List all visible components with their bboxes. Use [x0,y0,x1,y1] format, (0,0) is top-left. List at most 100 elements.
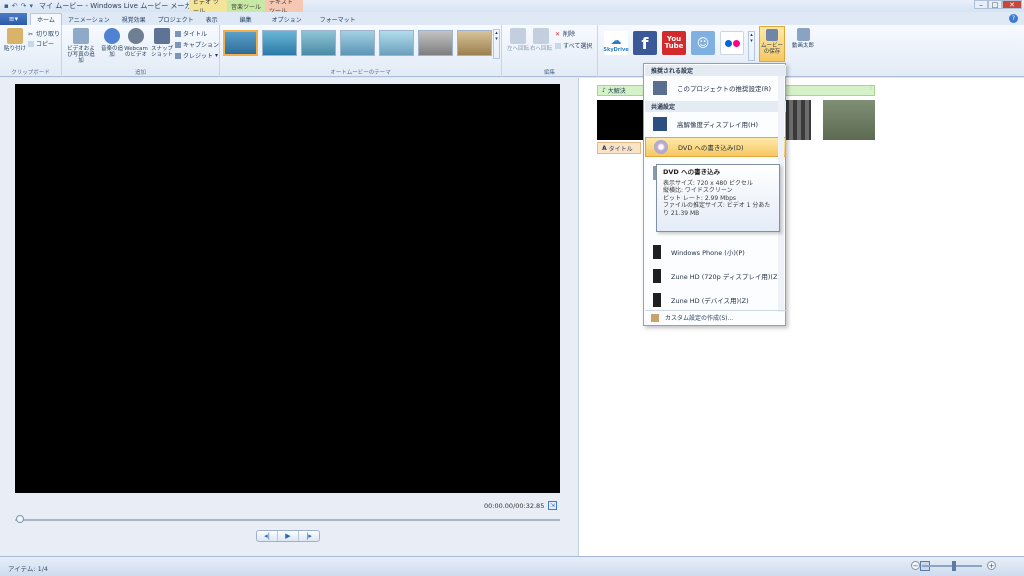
qat-dropdown-icon[interactable]: ▾ [30,2,34,10]
playback-time: 00:00.00/00:32.85 [484,502,545,510]
menu-item-dvd[interactable]: DVD への書き込み(D) [645,137,786,157]
theme-black-white[interactable] [418,30,453,56]
tooltip-line-aspect: 縦横比: ワイドスクリーン [663,187,733,194]
clip-thumbnail-1[interactable] [597,100,649,140]
undo-icon[interactable]: ↶ [12,2,18,10]
share-gallery-scroll[interactable]: ▴ ▾ [748,31,755,61]
flickr-icon [724,39,740,47]
caption-icon [175,41,181,48]
user-icon [796,28,810,41]
window-controls: – □ ✕ [974,0,1022,9]
clip-thumbnail-3[interactable] [823,100,875,140]
video-preview[interactable] [15,84,560,493]
zune-device-icon [653,293,661,307]
context-tab-text-tools: テキスト ツール [265,0,304,15]
tab-animations[interactable]: アニメーション [62,13,116,25]
dvd-icon [654,140,668,154]
menu-item-recommended[interactable]: このプロジェクトの推奨設定(R) [645,78,786,98]
skydrive-button[interactable]: ☁ SkyDrive [603,31,629,55]
tab-format[interactable]: フォーマット [314,13,362,25]
credits-button[interactable]: クレジット ▾ [175,51,218,60]
menu-item-windows-phone-small[interactable]: Windows Phone (小)(P) [645,242,786,262]
tab-view[interactable]: 表示 [200,13,224,25]
theme-fade[interactable] [340,30,375,56]
playback-controls: ◂| ▶ |▸ [256,530,320,542]
menu-section-recommended: 推奨される設定 [645,65,786,76]
theme-default[interactable] [223,30,258,56]
redo-icon[interactable]: ↷ [21,2,27,10]
zoom-slider-handle[interactable] [952,561,956,571]
minimize-icon[interactable]: – [974,0,988,9]
seek-bar[interactable] [15,519,560,521]
snapshot-button[interactable]: スナップショット [150,28,174,58]
music-note-icon: ♪ [602,87,606,94]
webcam-button[interactable]: Webcam のビデオ [124,28,148,58]
menu-item-zune-hd-device[interactable]: Zune HD (デバイス用)(Z) [645,290,786,310]
group-clipboard: 貼り付け ✂ 切り取り コピー クリップボード [0,25,62,77]
delete-button[interactable]: ✕ 削除 [555,29,575,39]
theme-cinematic[interactable] [301,30,336,56]
tooltip-line-display-size: 表示サイズ: 720 x 480 ピクセル [663,179,753,187]
play-icon[interactable]: ▶ [278,531,299,541]
copy-icon [28,40,34,47]
clipboard-icon [7,28,23,44]
theme-contemporary[interactable] [262,30,297,56]
add-music-button[interactable]: 音楽の追加 [100,28,124,58]
menu-item-hd-display[interactable]: 高解像度ディスプレイ用(H) [645,114,786,134]
track-options-icon[interactable]: ⋮ [868,84,874,91]
youtube-button[interactable]: You Tube [662,31,686,55]
copy-button[interactable]: コピー [28,39,54,48]
quick-access-toolbar: ▪ ↶ ↷ ▾ [0,2,33,10]
tab-options[interactable]: オプション [266,13,308,25]
zoom-out-icon[interactable]: − [911,561,920,570]
menu-item-zune-hd-720p[interactable]: Zune HD (720p ディスプレイ用)(Z) [645,266,786,286]
application-menu-button[interactable]: ≡▾ [0,13,27,25]
theme-gallery-scroll[interactable]: ▴ ▾ [493,29,500,59]
next-frame-icon[interactable]: |▸ [299,531,319,541]
tab-home[interactable]: ホーム [30,13,62,25]
tab-project[interactable]: プロジェクト [152,13,200,25]
sign-in-button[interactable]: 動画太郎 [792,28,814,49]
rotate-right-button[interactable]: 右へ回転 [529,28,553,52]
facebook-icon: f [641,33,649,53]
flickr-button[interactable] [720,31,744,55]
theme-sepia[interactable] [457,30,492,56]
save-icon[interactable]: ▪ [4,2,9,10]
ribbon-tabs: ≡▾ ホーム アニメーション 視覚効果 プロジェクト 表示 編集 オプション フ… [0,12,1024,25]
title-button[interactable]: タイトル [175,29,207,38]
tooltip-line-bitrate: ビット レート: 2.99 Mbps [663,194,737,202]
group-add: ビデオおよび写真の追加 音楽の追加 Webcam のビデオ スナップショット タ… [62,25,220,77]
group-automovie-themes: ▴ ▾ オートムービーのテーマ [220,25,502,77]
caption-button[interactable]: キャプション [175,40,219,49]
windows-live-groups-button[interactable]: ☺ [691,31,715,55]
tab-edit[interactable]: 編集 [234,13,258,25]
item-count: アイテム: 1/4 [8,565,49,573]
paste-button[interactable]: 貼り付け [3,28,27,52]
webcam-icon [128,28,144,44]
save-movie-button[interactable]: ムービーの保存 [759,26,785,62]
select-all-button[interactable]: すべて選択 [555,41,592,50]
group-label-edit: 編集 [543,70,555,76]
menu-icon: ≡▾ [8,15,19,23]
snapshot-icon [154,28,170,44]
zoom-in-icon[interactable]: + [987,561,996,570]
group-edit: 左へ回転 右へ回転 ✕ 削除 すべて選択 編集 [502,25,598,77]
title-track[interactable]: A タイトル [597,142,641,154]
film-icon [73,28,89,44]
maximize-icon[interactable]: □ [988,0,1002,9]
phone-icon [653,245,661,259]
facebook-button[interactable]: f [633,31,657,55]
menu-item-custom[interactable]: カスタム設定の作成(S)... [645,310,786,324]
add-video-button[interactable]: ビデオおよび写真の追加 [66,28,96,64]
tab-visual-effects[interactable]: 視覚効果 [116,13,152,25]
close-icon[interactable]: ✕ [1002,0,1022,9]
theme-pan-zoom[interactable] [379,30,414,56]
delete-icon: ✕ [555,30,561,38]
help-icon[interactable]: ? [1009,14,1018,23]
seek-handle[interactable] [16,515,24,523]
credits-icon [175,52,181,59]
rotate-left-button[interactable]: 左へ回転 [506,28,530,52]
cut-button[interactable]: ✂ 切り取り [28,29,60,39]
fullscreen-icon[interactable]: ⇲ [548,501,557,510]
previous-frame-icon[interactable]: ◂| [257,531,278,541]
